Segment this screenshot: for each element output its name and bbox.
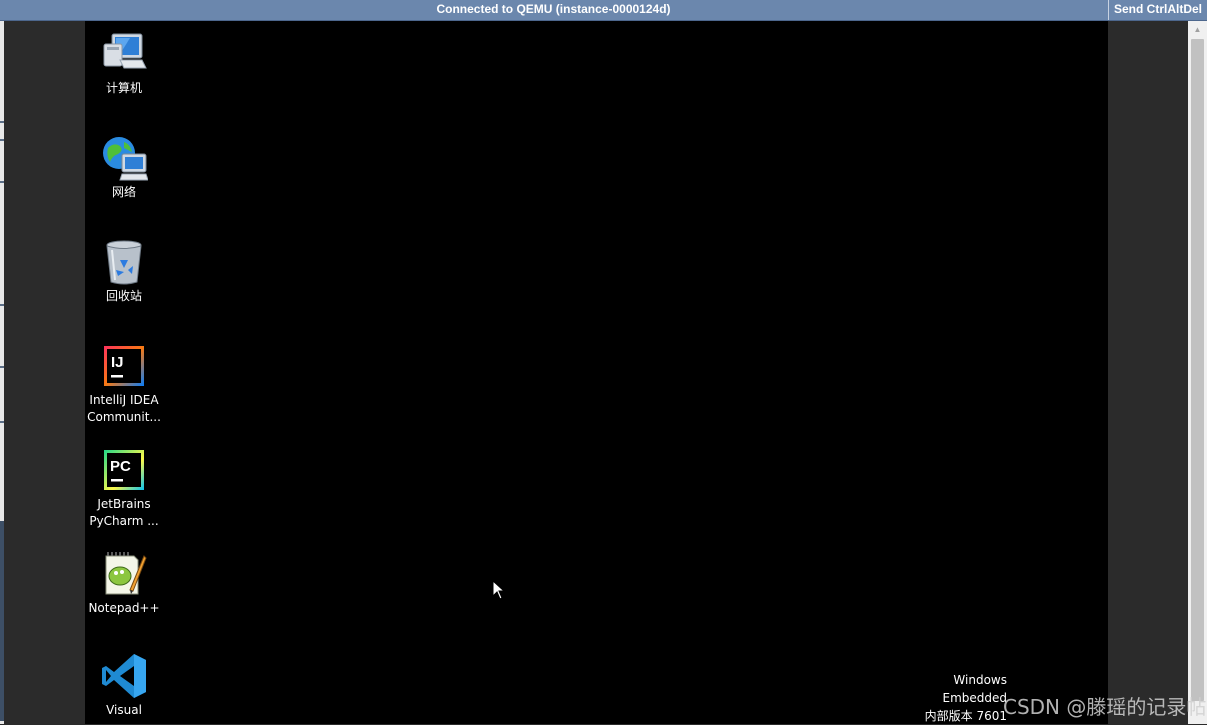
desktop-icon-recycle-bin[interactable]: 回收站 <box>85 238 163 305</box>
desktop-icon-vscode[interactable]: Visual <box>85 652 163 719</box>
send-ctrl-alt-del-button[interactable]: Send CtrlAltDel <box>1108 0 1207 20</box>
scroll-up-icon[interactable]: ▲ <box>1188 21 1207 38</box>
vertical-scrollbar[interactable]: ▲ <box>1188 21 1207 724</box>
recycle-bin-icon <box>100 238 148 286</box>
csdn-watermark: CSDN @滕瑶的记录帖 <box>1003 695 1207 719</box>
desktop-icon-pycharm[interactable]: PC JetBrains PyCharm ... <box>85 446 163 530</box>
pycharm-icon: PC <box>100 446 148 494</box>
desktop-icon-network[interactable]: 网络 <box>85 134 163 201</box>
desktop-icon-label: 网络 <box>111 185 136 199</box>
connection-status: Connected to QEMU (instance-0000124d) <box>436 2 671 16</box>
intellij-idea-icon: IJ <box>100 342 148 390</box>
svg-text:PC: PC <box>110 458 131 475</box>
desktop-icon-label: JetBrains PyCharm ... <box>89 497 159 528</box>
mouse-pointer-icon <box>492 580 506 600</box>
remote-console-desktop[interactable]: 计算机 网络 回收站 IJ IntelliJ IDEA Communit... … <box>85 21 1108 724</box>
console-right-margin <box>1108 21 1188 724</box>
vscode-icon <box>100 652 148 700</box>
windows-build-watermark: Windows Embedded 内部版本 7601 <box>897 671 1007 725</box>
svg-text:IJ: IJ <box>111 354 124 371</box>
desktop-icon-label: IntelliJ IDEA Communit... <box>87 393 161 424</box>
desktop-icon-label: 回收站 <box>105 289 142 303</box>
notepad-plus-plus-icon <box>100 550 148 598</box>
computer-icon <box>100 30 148 78</box>
desktop-icon-intellij-idea[interactable]: IJ IntelliJ IDEA Communit... <box>85 342 163 426</box>
vnc-status-bar: Connected to QEMU (instance-0000124d) Se… <box>0 0 1207 21</box>
desktop-icon-notepad-plus-plus[interactable]: Notepad++ <box>85 550 163 617</box>
console-left-margin <box>4 21 85 724</box>
desktop-icon-label: Notepad++ <box>88 601 160 615</box>
network-icon <box>100 134 149 182</box>
desktop-icon-computer[interactable]: 计算机 <box>85 30 163 97</box>
scrollbar-thumb[interactable] <box>1191 39 1204 701</box>
watermark-build: 内部版本 7601 <box>924 709 1007 723</box>
desktop-icon-label: 计算机 <box>105 81 142 95</box>
watermark-edition: Windows Embedded <box>942 673 1007 705</box>
desktop-icon-label: Visual <box>106 703 142 717</box>
